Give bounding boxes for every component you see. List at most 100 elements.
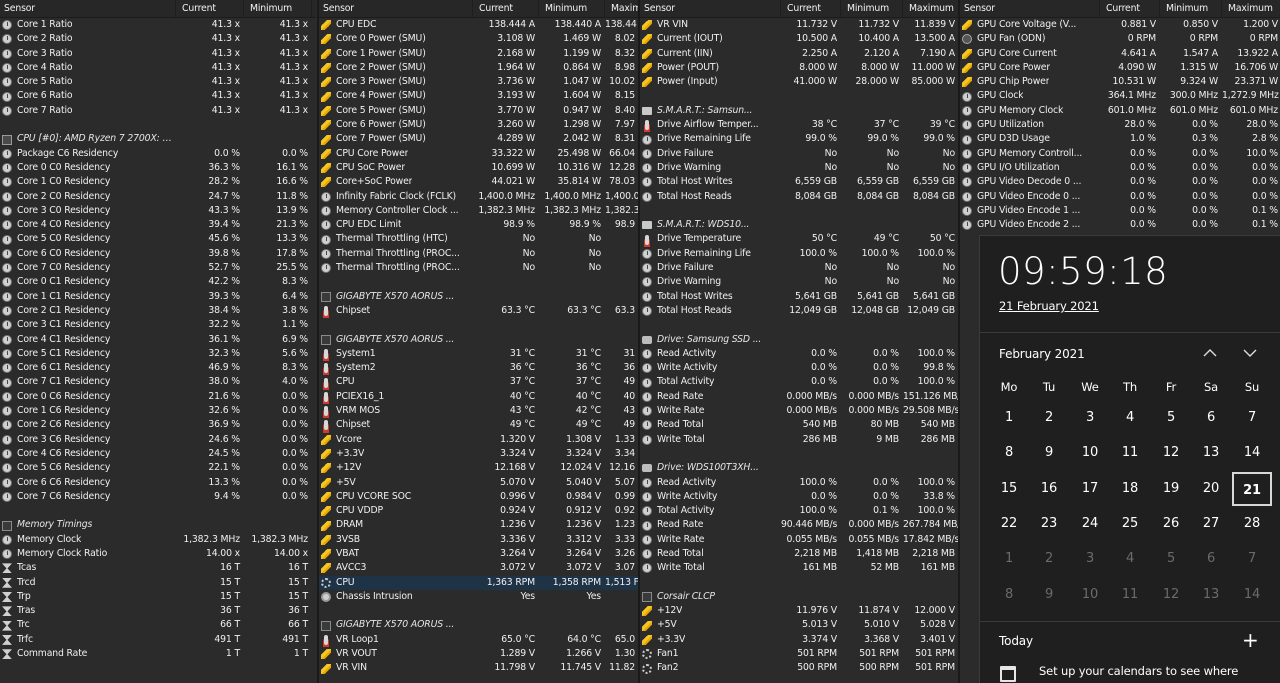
column-header-current[interactable]: Current [473,0,539,17]
sensor-group-header[interactable]: Corsair CLCP [640,590,959,604]
chevron-up-icon[interactable] [1202,345,1222,361]
sensor-row[interactable]: Core 6 C1 Residency 46.9 % 8.3 % [0,361,316,375]
sensor-row[interactable]: GPU Memory Controll... 0.0 % 0.0 % 10.0 % [960,147,1280,161]
sensor-row[interactable]: CPU 1,363 RPM 1,358 RPM 1,513 F [319,575,639,590]
sensor-row[interactable]: VBAT 3.264 V 3.264 V 3.26 [319,547,639,561]
sensor-row[interactable]: 3VSB 3.336 V 3.312 V 3.33 [319,533,639,547]
sensor-row[interactable]: Power (Input) 41.000 W 28.000 W 85.000 W [640,75,959,89]
column-header-sensor[interactable]: Sensor [319,0,473,17]
sensor-row[interactable]: Core 6 Ratio 41.3 x 41.3 x [0,89,316,103]
sensor-row[interactable]: Thermal Throttling (PROC... No No [319,247,639,261]
sensor-row[interactable]: Drive Remaining Life 99.0 % 99.0 % 99.0 % [640,132,959,146]
sensor-row[interactable]: Current (IOUT) 10.500 A 10.400 A 13.500 A [640,32,959,46]
sensor-row[interactable]: CPU SoC Power 10.699 W 10.316 W 12.28 [319,161,639,175]
sensor-row[interactable]: Core 1 Power (SMU) 2.168 W 1.199 W 8.32 [319,47,639,61]
column-header-maximum[interactable]: Maximum [605,0,639,17]
sensor-row[interactable]: GPU Clock 364.1 MHz 300.0 MHz 1,272.9 MHz [960,89,1280,103]
sensor-row[interactable]: CPU EDC Limit 98.9 % 98.9 % 98.9 [319,218,639,232]
sensor-row[interactable]: Core 2 C0 Residency 24.7 % 11.8 % [0,190,316,204]
add-event-icon[interactable]: + [1242,628,1259,652]
sensor-row[interactable]: Core 7 C6 Residency 9.4 % 0.0 % [0,490,316,504]
sensor-row[interactable]: Core 3 Ratio 41.3 x 41.3 x [0,47,316,61]
calendar-day[interactable]: 28 [1232,507,1272,541]
sensor-row[interactable]: CPU 37 °C 37 °C 49 [319,375,639,389]
sensor-row[interactable]: Write Activity 0.0 % 0.0 % 99.8 % [640,361,959,375]
sensor-row[interactable]: Core 5 C1 Residency 32.3 % 5.6 % [0,347,316,361]
sensor-row[interactable]: CPU VCORE SOC 0.996 V 0.984 V 0.99 [319,490,639,504]
sensor-row[interactable]: Trp 15 T 15 T [0,590,316,604]
sensor-row[interactable]: Fan2 500 RPM 500 RPM 501 RPM [640,661,959,675]
sensor-row[interactable]: GPU Core Voltage (V... 0.881 V 0.850 V 1.20… [960,18,1280,32]
calendar-day[interactable]: 2 [1029,542,1069,576]
calendar-day[interactable]: 12 [1151,578,1191,612]
sensor-row[interactable]: VRM MOS 43 °C 42 °C 43 [319,404,639,418]
calendar-day[interactable]: 3 [1070,542,1110,576]
sensor-row[interactable]: Current (IIN) 2.250 A 2.120 A 7.190 A [640,47,959,61]
sensor-group-header[interactable]: Memory Timings [0,518,316,532]
calendar-day[interactable]: 16 [1029,472,1069,506]
column-header-sensor[interactable]: Sensor [960,0,1100,17]
calendar-day[interactable]: 19 [1151,472,1191,506]
calendar-day[interactable]: 5 [1151,401,1191,435]
sensor-row[interactable]: Chipset 63.3 °C 63.3 °C 63.3 [319,304,639,318]
sensor-row[interactable]: Package C6 Residency 0.0 % 0.0 % [0,147,316,161]
column-header-maximum[interactable]: Maximum [903,0,959,17]
sensor-row[interactable]: Total Host Writes 5,641 GB 5,641 GB 5,641 G… [640,290,959,304]
sensor-row[interactable]: Core 2 Ratio 41.3 x 41.3 x [0,32,316,46]
sensor-row[interactable]: Drive Warning No No No [640,161,959,175]
sensor-row[interactable]: GPU Video Encode 1 ... 0.0 % 0.0 % 0.1 % [960,204,1280,218]
sensor-row[interactable]: GPU Video Encode 2 ... 0.0 % 0.0 % 0.1 % [960,218,1280,232]
sensor-row[interactable]: VR VOUT 1.289 V 1.266 V 1.30 [319,647,639,661]
calendar-day[interactable]: 6 [1191,542,1231,576]
calendar-day[interactable]: 10 [1070,578,1110,612]
calendar-day[interactable]: 1 [989,542,1029,576]
calendar-day[interactable]: 13 [1191,578,1231,612]
sensor-row[interactable]: Write Total 161 MB 52 MB 161 MB [640,561,959,575]
sensor-group-header[interactable]: S.M.A.R.T.: WDS10... [640,218,959,232]
sensor-row[interactable]: GPU Memory Clock 601.0 MHz 601.0 MHz 601.0 … [960,104,1280,118]
calendar-day[interactable]: 22 [989,507,1029,541]
sensor-row[interactable]: Drive Temperature 50 °C 49 °C 50 °C [640,232,959,246]
sensor-group-header[interactable]: S.M.A.R.T.: Samsun... [640,104,959,118]
sensor-row[interactable]: Read Rate 0.000 MB/s 0.000 MB/s 151.126 MB/… [640,390,959,404]
sensor-row[interactable]: Read Activity 0.0 % 0.0 % 100.0 % [640,347,959,361]
sensor-row[interactable]: Core 7 Ratio 41.3 x 41.3 x [0,104,316,118]
sensor-row[interactable]: +3.3V 3.374 V 3.368 V 3.401 V [640,633,959,647]
sensor-row[interactable]: GPU Core Power 4.090 W 1.315 W 16.706 W [960,61,1280,75]
calendar-month-label[interactable]: February 2021 [999,347,1085,361]
sensor-row[interactable]: Trfc 491 T 491 T [0,633,316,647]
calendar-day[interactable]: 7 [1232,542,1272,576]
column-header-minimum[interactable]: Minimum [1160,0,1222,17]
calendar-day[interactable]: 24 [1070,507,1110,541]
sensor-row[interactable]: Core 7 C0 Residency 52.7 % 25.5 % [0,261,316,275]
sensor-row[interactable]: +12V 11.976 V 11.874 V 12.000 V [640,604,959,618]
sensor-row[interactable]: Core+SoC Power 44.021 W 35.814 W 78.03 [319,175,639,189]
sensor-row[interactable]: Core 5 C6 Residency 22.1 % 0.0 % [0,461,316,475]
sensor-row[interactable]: Trcd 15 T 15 T [0,576,316,590]
sensor-row[interactable]: CPU Core Power 33.322 W 25.498 W 66.04 [319,147,639,161]
column-header-minimum[interactable]: Minimum [539,0,605,17]
calendar-day[interactable]: 4 [1110,401,1150,435]
sensor-row[interactable]: Core 6 C0 Residency 39.8 % 17.8 % [0,247,316,261]
sensor-row[interactable]: Memory Clock 1,382.3 MHz 1,382.3 MHz [0,533,316,547]
sensor-row[interactable]: +5V 5.070 V 5.040 V 5.07 [319,476,639,490]
sensor-row[interactable]: Write Total 286 MB 9 MB 286 MB [640,433,959,447]
sensor-row[interactable]: Drive Remaining Life 100.0 % 100.0 % 100.0 … [640,247,959,261]
calendar-day[interactable]: 8 [989,436,1029,470]
sensor-row[interactable]: Thermal Throttling (PROC... No No [319,261,639,275]
calendar-day[interactable]: 6 [1191,401,1231,435]
sensor-row[interactable]: Core 0 C6 Residency 21.6 % 0.0 % [0,390,316,404]
sensor-row[interactable]: Total Host Reads 12,049 GB 12,048 GB 12,049… [640,304,959,318]
sensor-row[interactable]: Tcas 16 T 16 T [0,561,316,575]
sensor-row[interactable]: GPU Fan (ODN) 0 RPM 0 RPM 0 RPM [960,32,1280,46]
column-header-current[interactable]: Current [781,0,841,17]
sensor-group-header[interactable]: GIGABYTE X570 AORUS ... [319,290,639,304]
sensor-row[interactable]: Read Activity 100.0 % 0.0 % 100.0 % [640,476,959,490]
sensor-row[interactable]: Vcore 1.320 V 1.308 V 1.33 [319,433,639,447]
sensor-group-header[interactable]: GIGABYTE X570 AORUS ... [319,333,639,347]
sensor-row[interactable]: Total Host Reads 8,084 GB 8,084 GB 8,084 GB [640,190,959,204]
sensor-row[interactable]: Write Rate 0.055 MB/s 0.055 MB/s 17.842 MB/… [640,533,959,547]
calendar-day[interactable]: 1 [989,401,1029,435]
calendar-day[interactable]: 5 [1151,542,1191,576]
calendar-day[interactable]: 27 [1191,507,1231,541]
